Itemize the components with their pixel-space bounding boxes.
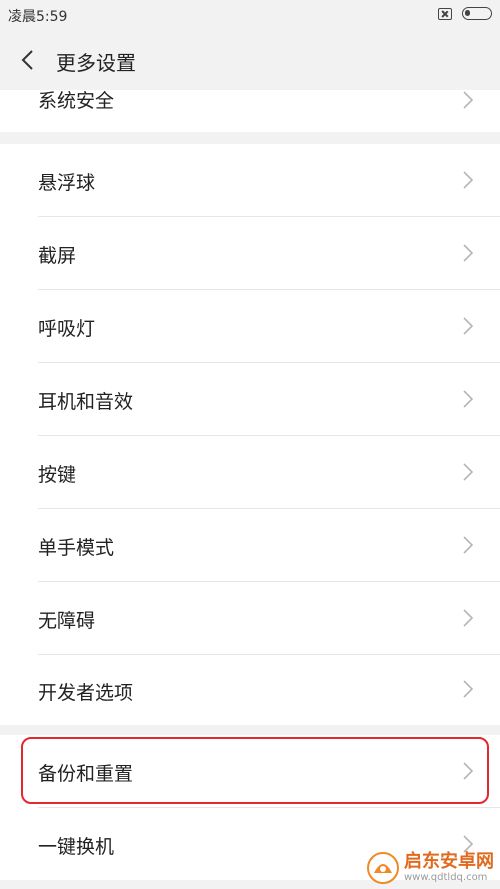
settings-item-headphones-audio[interactable]: 耳机和音效 <box>0 363 500 435</box>
chevron-right-icon <box>463 680 474 698</box>
chevron-right-icon <box>463 91 474 109</box>
chevron-right-icon <box>463 536 474 554</box>
chevron-right-icon <box>463 244 474 262</box>
status-time: 凌晨5:59 <box>8 9 68 25</box>
watermark-name: 启东安卓网 <box>404 851 494 872</box>
screen: 凌晨5:59 更多设置 系统安全 悬浮球 截屏 呼吸灯 耳机和音效 按键 单手模… <box>0 0 500 889</box>
highlight-box <box>21 737 489 804</box>
settings-item-accessibility[interactable]: 无障碍 <box>0 582 500 654</box>
chevron-right-icon <box>463 390 474 408</box>
settings-item-label: 截屏 <box>38 245 77 267</box>
no-sim-icon <box>438 7 452 20</box>
settings-item-label: 单手模式 <box>38 537 115 559</box>
back-button[interactable] <box>14 46 42 74</box>
settings-item-label: 系统安全 <box>38 90 115 112</box>
watermark-url: www.qdtldq.com <box>404 872 488 883</box>
settings-item-label: 悬浮球 <box>38 172 96 194</box>
section-gap <box>0 725 500 735</box>
settings-item-floating-ball[interactable]: 悬浮球 <box>0 144 500 216</box>
watermark-logo-icon <box>367 852 399 884</box>
chevron-right-icon <box>463 463 474 481</box>
settings-item-breathing-light[interactable]: 呼吸灯 <box>0 290 500 362</box>
chevron-right-icon <box>463 171 474 189</box>
section-gap <box>0 132 500 144</box>
watermark: 启东安卓网 www.qdtldq.com <box>366 851 494 885</box>
chevron-right-icon <box>463 317 474 335</box>
status-bar: 凌晨5:59 <box>0 0 500 30</box>
settings-item-label: 无障碍 <box>38 610 96 632</box>
settings-item-label: 一键换机 <box>38 836 115 858</box>
settings-item-label: 开发者选项 <box>38 682 134 704</box>
settings-item-buttons[interactable]: 按键 <box>0 436 500 508</box>
settings-item-label: 呼吸灯 <box>38 318 96 340</box>
settings-item-system-security[interactable]: 系统安全 <box>0 90 500 132</box>
settings-item-label: 按键 <box>38 464 77 486</box>
chevron-left-icon <box>21 50 33 70</box>
battery-icon <box>462 7 492 20</box>
watermark-text: 启东安卓网 www.qdtldq.com <box>404 853 494 883</box>
settings-item-label: 耳机和音效 <box>38 391 134 413</box>
settings-item-developer-options[interactable]: 开发者选项 <box>0 655 500 725</box>
settings-item-screenshot[interactable]: 截屏 <box>0 217 500 289</box>
status-icons <box>438 7 492 20</box>
page-title: 更多设置 <box>56 51 136 75</box>
header: 更多设置 <box>0 30 500 90</box>
chevron-right-icon <box>463 609 474 627</box>
settings-item-one-hand-mode[interactable]: 单手模式 <box>0 509 500 581</box>
